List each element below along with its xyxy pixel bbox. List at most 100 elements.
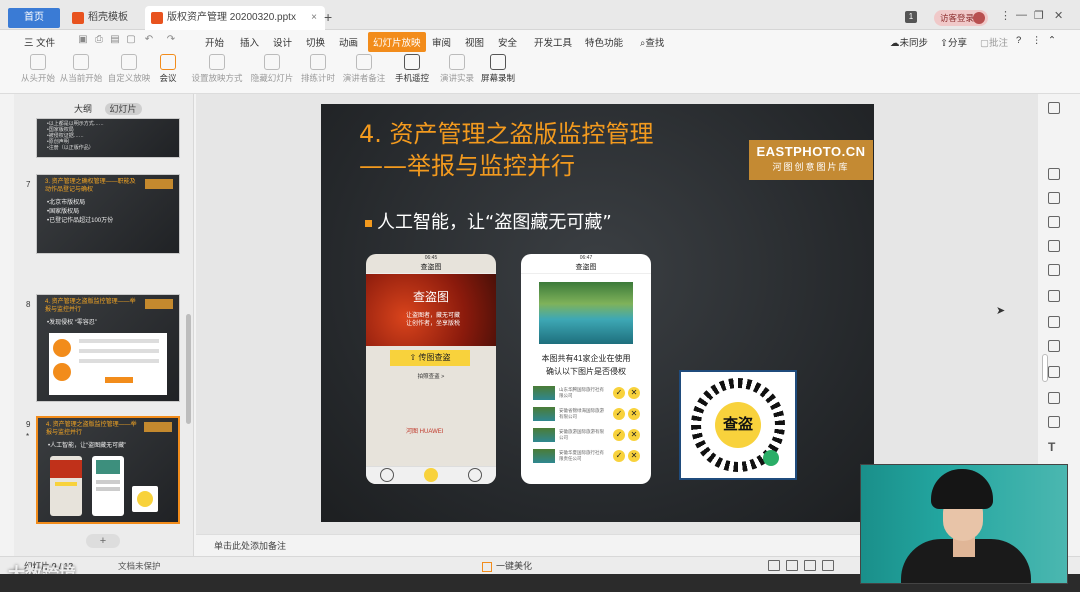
- settings-slider-icon[interactable]: [1048, 264, 1060, 276]
- close-window-icon[interactable]: ✕: [1054, 9, 1063, 22]
- menu-transition[interactable]: 切换: [306, 35, 325, 49]
- one-click-beautify-button[interactable]: 一键美化: [482, 559, 532, 572]
- search-image-icon[interactable]: [1048, 290, 1060, 302]
- current-slide[interactable]: 4. 资产管理之盗版监控管理 ——举报与监控并行 EASTPHOTO.CN 河图…: [321, 104, 874, 522]
- menu-slideshow[interactable]: 幻灯片放映: [368, 32, 426, 52]
- screen-record-button[interactable]: 屏幕录制: [478, 54, 518, 84]
- slide8-orange-dot: [53, 339, 71, 357]
- box-icon[interactable]: [1048, 340, 1060, 352]
- slide8-form-line: [79, 349, 159, 353]
- skin-icon[interactable]: ⋮: [1000, 9, 1011, 22]
- phone1-tab-icon: [380, 468, 394, 482]
- panel-scrollbar[interactable]: [186, 314, 191, 424]
- result-company: 安徽华夏国际旅行社有限责任公司: [559, 450, 604, 461]
- grid-icon[interactable]: [1048, 216, 1060, 228]
- export-icon[interactable]: ▢: [124, 34, 138, 48]
- menu-design[interactable]: 设计: [273, 35, 292, 49]
- sync-status[interactable]: ☁未同步: [890, 35, 928, 49]
- from-current-button[interactable]: 从当前开始: [58, 54, 104, 84]
- tab-slides[interactable]: 幻灯片: [104, 103, 142, 115]
- share-out-icon[interactable]: [1048, 316, 1060, 328]
- slide-thumbnail-6[interactable]: •以上都是以明示方式…… •国家版权局 •被侵权证据…… •原创声明 •注册（以…: [36, 118, 180, 158]
- chart-icon[interactable]: [1048, 240, 1060, 252]
- comment-button[interactable]: ▢批注: [980, 35, 1008, 49]
- from-start-button[interactable]: 从头开始: [20, 54, 56, 84]
- reading-view-icon[interactable]: [804, 560, 816, 571]
- close-tab-icon[interactable]: ×: [311, 6, 317, 30]
- guest-login-label: 访客登录: [940, 13, 975, 23]
- setup-show-button[interactable]: 设置放映方式: [188, 54, 246, 84]
- slide-title-line1[interactable]: 4. 资产管理之盗版监控管理: [359, 114, 654, 149]
- setup-show-icon: [209, 54, 225, 70]
- phone2-result-row: 安徽旅游国际旅游有限公司 ✓ ✕: [533, 426, 641, 444]
- text-icon[interactable]: T: [1048, 440, 1060, 454]
- guest-login-button[interactable]: 访客登录: [934, 10, 988, 26]
- slide6-text: •以上都是以明示方式…… •国家版权局 •被侵权证据…… •原创声明 •注册（以…: [47, 121, 104, 151]
- hide-slide-button[interactable]: 隐藏幻灯片: [250, 54, 294, 84]
- restore-icon[interactable]: ❐: [1034, 9, 1044, 22]
- reject-x-icon: ✕: [628, 408, 640, 420]
- menu-developer[interactable]: 开发工具: [534, 35, 572, 49]
- slide-bullet[interactable]: 人工智能，让“盗图藏无可藏”: [365, 208, 612, 234]
- slide8-form-line: [79, 339, 159, 343]
- tab-home[interactable]: 首页: [8, 8, 60, 28]
- collapse-ribbon-icon[interactable]: ⌃: [1048, 35, 1056, 46]
- menu-home[interactable]: 开始: [205, 35, 224, 49]
- more-icon[interactable]: ⋮: [1032, 35, 1042, 46]
- slide8-submit: [105, 377, 133, 383]
- hide-slide-label: 隐藏幻灯片: [250, 73, 294, 83]
- tab-count-badge[interactable]: 1: [905, 11, 917, 23]
- menu-search[interactable]: ⌕查找: [640, 35, 664, 49]
- print-icon[interactable]: ▤: [108, 34, 122, 48]
- tab-templates[interactable]: 稻壳模板: [66, 6, 146, 30]
- tag-icon[interactable]: [1048, 392, 1060, 404]
- add-slide-button[interactable]: +: [86, 534, 120, 548]
- slide-thumbnail-8[interactable]: 4. 资产管理之盗版监控管理——举报与监控并行 •发现侵权 “零容忍”: [36, 294, 180, 402]
- menu-security[interactable]: 安全: [498, 35, 517, 49]
- phone-remote-label: 手机遥控: [394, 73, 429, 83]
- slide7-line: •北京市版权局: [47, 200, 86, 206]
- menu-animation[interactable]: 动画: [339, 35, 358, 49]
- speaker-notes-button[interactable]: 演讲者备注: [342, 54, 386, 84]
- share-button[interactable]: ⇪分享: [940, 35, 967, 49]
- menu-file[interactable]: 三 文件: [24, 35, 55, 49]
- slide-title-line2[interactable]: ——举报与监控并行: [359, 146, 575, 181]
- fill-icon[interactable]: [1048, 192, 1060, 204]
- sorter-view-icon[interactable]: [786, 560, 798, 571]
- speech-record-button[interactable]: 演讲实录: [438, 54, 476, 84]
- print-preview-icon[interactable]: ⎙: [92, 34, 106, 48]
- menu-view[interactable]: 视图: [465, 35, 484, 49]
- phone-icon: [404, 54, 420, 70]
- menu-insert[interactable]: 插入: [240, 35, 259, 49]
- tab-document[interactable]: 版权资产管理 20200320.pptx ×: [145, 6, 325, 30]
- screen-record-icon: [490, 54, 506, 70]
- ribbon-slideshow: 从头开始 从当前开始 自定义放映 会议 设置放映方式 隐藏幻灯片 排练计时 演讲…: [0, 52, 1080, 94]
- collapse-rail-icon[interactable]: [1048, 102, 1060, 114]
- menu-review[interactable]: 审阅: [432, 35, 451, 49]
- slideshow-view-icon[interactable]: [822, 560, 834, 571]
- slide-thumbnail-7[interactable]: 3. 资产管理之确权管理——职能及动作品登记与确权 •北京市版权局 •国家版权局…: [36, 174, 180, 254]
- rehearse-timings-button[interactable]: 排练计时: [296, 54, 340, 84]
- phone1-upload-label: 传图查盗: [418, 353, 451, 362]
- undo-icon[interactable]: ↶: [142, 34, 156, 48]
- document-protection-status[interactable]: 文档未保护: [118, 560, 161, 572]
- shield-icon[interactable]: [1048, 416, 1060, 428]
- normal-view-icon[interactable]: [768, 560, 780, 571]
- shapes-icon[interactable]: [1048, 168, 1060, 180]
- redo-icon[interactable]: ↷: [164, 34, 178, 48]
- slide-thumbnail-9-selected[interactable]: 4. 资产管理之盗版监控管理——举报与监控并行 •人工智能，让“盗图藏无可藏”: [36, 416, 180, 524]
- menu-special[interactable]: 特色功能: [585, 35, 623, 49]
- phone1-help-link: 拍照查盗 >: [417, 374, 445, 380]
- add-tab-button[interactable]: +: [324, 9, 332, 25]
- minimize-icon[interactable]: —: [1016, 9, 1027, 21]
- save-icon[interactable]: ▣: [76, 34, 90, 48]
- cloud-icon: ☁: [890, 38, 900, 49]
- reject-x-icon: ✕: [628, 387, 640, 399]
- help-icon[interactable]: ?: [1016, 35, 1021, 46]
- custom-show-button[interactable]: 自定义放映: [106, 54, 152, 84]
- tab-outline[interactable]: 大纲: [74, 104, 92, 114]
- vertical-scrollbar[interactable]: [1042, 354, 1048, 382]
- meeting-button[interactable]: 会议: [152, 54, 184, 84]
- phone-remote-button[interactable]: 手机遥控: [392, 54, 432, 84]
- image-icon[interactable]: [1048, 366, 1060, 378]
